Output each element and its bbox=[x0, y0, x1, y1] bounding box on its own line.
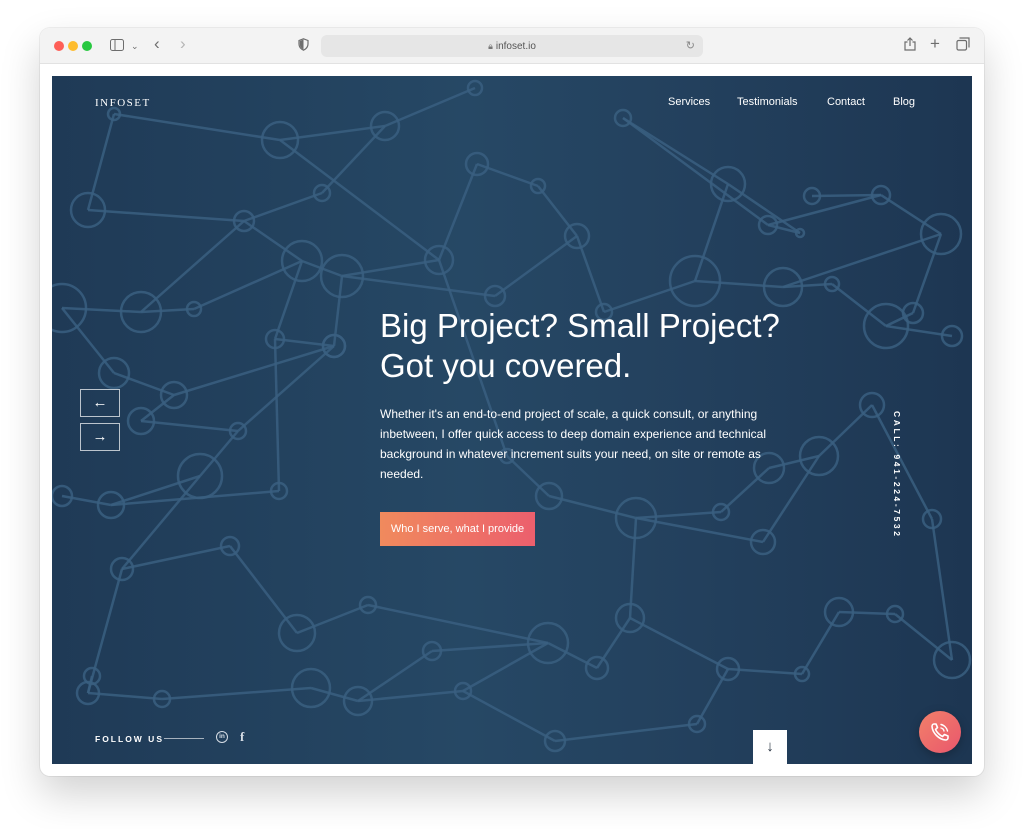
address-bar[interactable]: 🔒︎ infoset.io ↻ bbox=[321, 35, 703, 57]
website-hero: INFOSET Services Testimonials Contact Bl… bbox=[52, 76, 972, 764]
slider-prev-button[interactable]: ← bbox=[80, 389, 120, 417]
follow-us-label: FOLLOW US bbox=[95, 734, 164, 744]
scroll-down-button[interactable]: ↓ bbox=[753, 730, 787, 764]
close-window-button[interactable] bbox=[54, 41, 64, 51]
phone-icon bbox=[931, 723, 949, 741]
arrow-left-icon: ← bbox=[92, 394, 108, 411]
reload-icon[interactable]: ↻ bbox=[686, 35, 695, 57]
browser-window: ⌄ ‹ › 🔒︎ infoset.io ↻ + INFOSET Services … bbox=[40, 28, 984, 776]
chevron-down-icon[interactable]: ⌄ bbox=[131, 36, 139, 56]
nav-services[interactable]: Services bbox=[668, 96, 710, 108]
nav-blog[interactable]: Blog bbox=[893, 96, 915, 108]
share-icon[interactable] bbox=[904, 36, 916, 56]
linkedin-icon[interactable]: in bbox=[216, 731, 228, 743]
follow-divider bbox=[164, 738, 204, 739]
nav-contact[interactable]: Contact bbox=[827, 96, 865, 108]
sidebar-icon[interactable] bbox=[110, 36, 124, 56]
slider-next-button[interactable]: → bbox=[80, 423, 120, 451]
lock-icon: 🔒︎ bbox=[488, 41, 493, 51]
site-logo[interactable]: INFOSET bbox=[95, 97, 151, 109]
nav-testimonials[interactable]: Testimonials bbox=[737, 96, 798, 108]
browser-toolbar: ⌄ ‹ › 🔒︎ infoset.io ↻ + bbox=[40, 28, 984, 64]
tab-overview-icon[interactable] bbox=[956, 36, 970, 56]
hero-title: Big Project? Small Project? Got you cove… bbox=[380, 307, 780, 384]
arrow-right-icon: → bbox=[92, 428, 108, 445]
arrow-down-icon: ↓ bbox=[766, 738, 774, 755]
back-icon[interactable]: ‹ bbox=[154, 34, 160, 54]
maximize-window-button[interactable] bbox=[82, 41, 92, 51]
call-floating-button[interactable] bbox=[919, 711, 961, 753]
forward-icon[interactable]: › bbox=[180, 34, 186, 54]
url-text: infoset.io bbox=[495, 41, 536, 52]
new-tab-icon[interactable]: + bbox=[930, 34, 940, 54]
minimize-window-button[interactable] bbox=[68, 41, 78, 51]
services-cta-button[interactable]: Who I serve, what I provide bbox=[380, 512, 535, 546]
shield-icon[interactable] bbox=[298, 36, 309, 56]
facebook-icon[interactable]: f bbox=[240, 729, 244, 745]
call-phone-link[interactable]: CALL: 941-224-7532 bbox=[888, 411, 902, 541]
hero-description: Whether it's an end-to-end project of sc… bbox=[380, 407, 767, 481]
